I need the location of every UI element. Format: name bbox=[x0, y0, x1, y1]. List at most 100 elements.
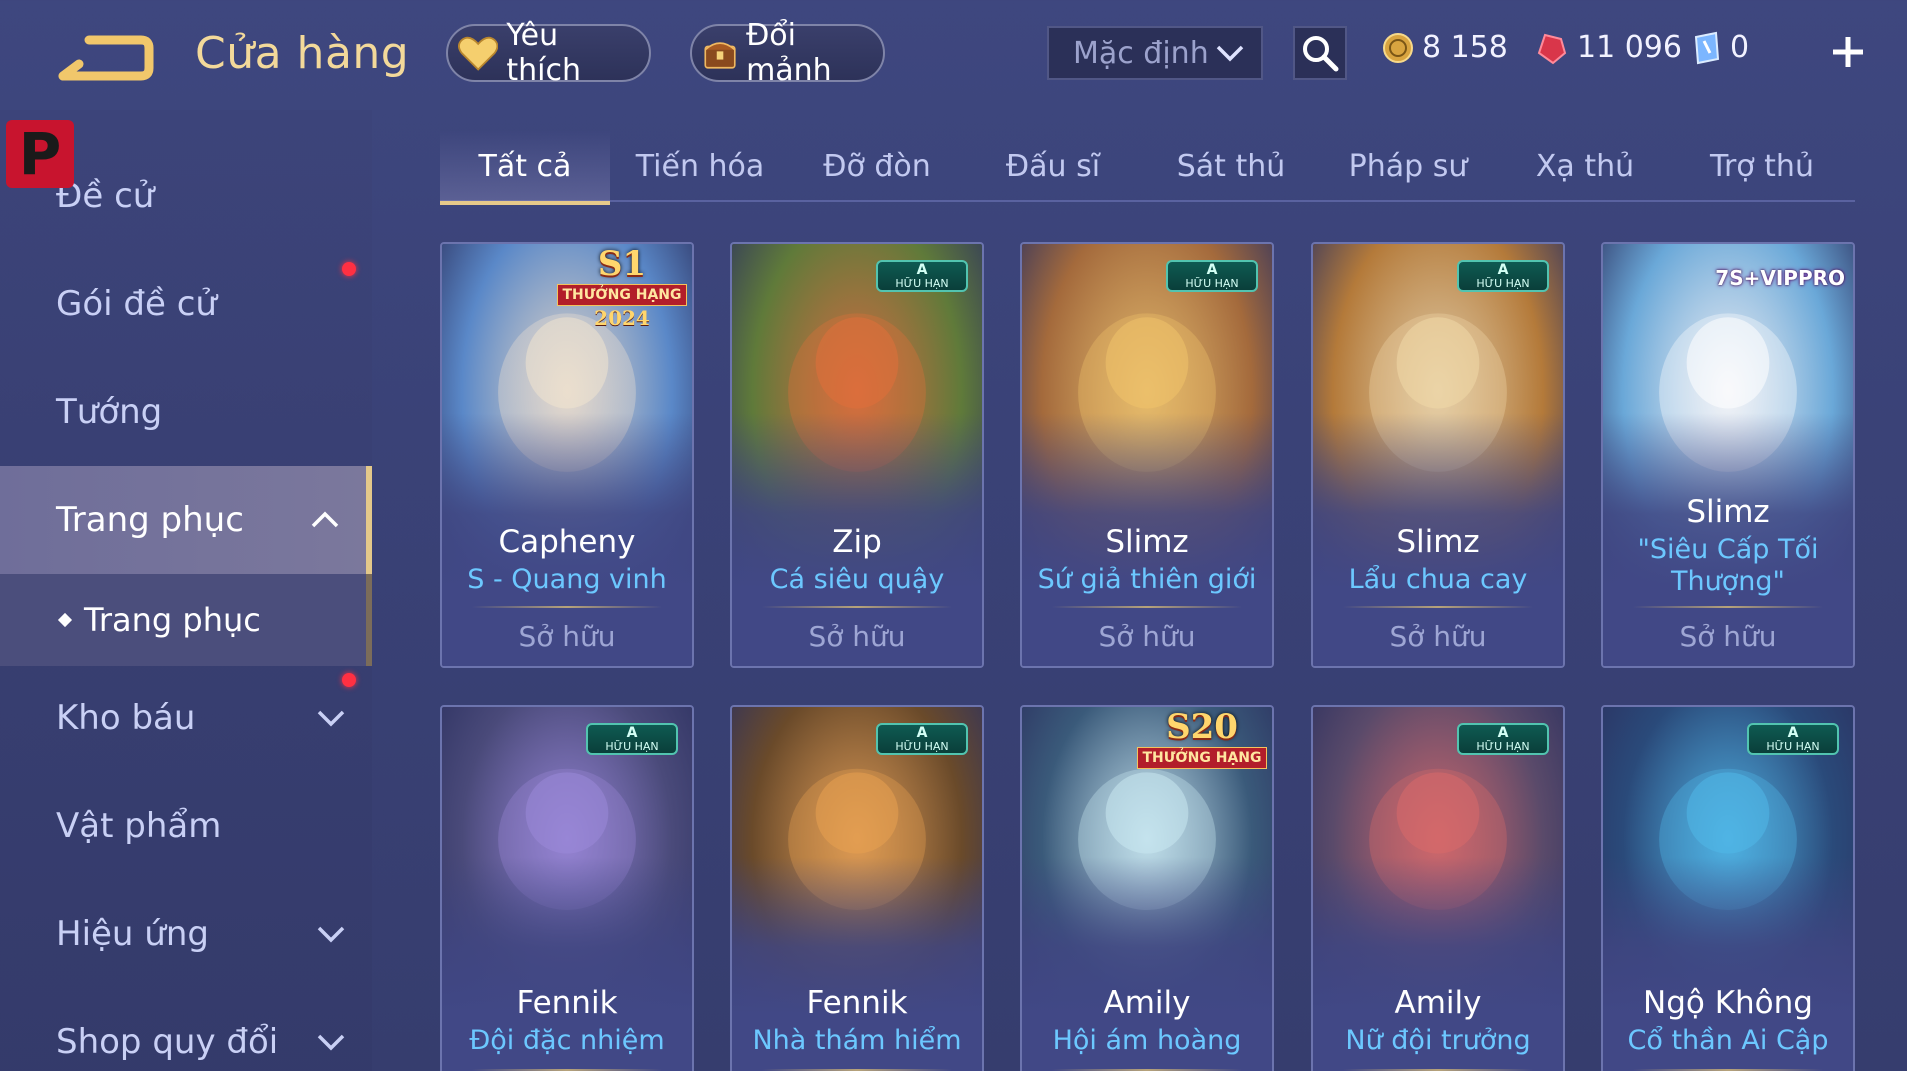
tab-assassin[interactable]: Sát thủ bbox=[1146, 130, 1316, 202]
tab-label: Sát thủ bbox=[1176, 148, 1286, 184]
search-button[interactable] bbox=[1293, 26, 1347, 80]
hero-name: Slimz bbox=[1686, 494, 1770, 530]
badge-grade: A bbox=[916, 725, 928, 741]
skin-card[interactable]: A HỮU HẠN Fennik Nhà thám hiểm bbox=[730, 705, 984, 1071]
add-currency-button[interactable] bbox=[1830, 26, 1866, 82]
card-divider bbox=[1052, 606, 1242, 608]
sidebar-item-featured-packs[interactable]: Gói đề cử bbox=[0, 250, 372, 358]
owned-status: Sở hữu bbox=[1389, 620, 1487, 653]
limited-badge: A HỮU HẠN bbox=[586, 723, 678, 755]
skin-name: Lẩu chua cay bbox=[1348, 564, 1528, 595]
sidebar: Đề cử Gói đề cử Tướng Trang phục Trang p… bbox=[0, 110, 372, 1071]
limited-badge: A HỮU HẠN bbox=[1166, 260, 1258, 292]
favorite-button[interactable]: Yêu thích bbox=[446, 18, 651, 88]
ruby-gem-icon bbox=[1537, 33, 1567, 64]
sidebar-item-label: Trang phục bbox=[56, 500, 244, 540]
sidebar-item-treasure[interactable]: Kho báu bbox=[0, 664, 372, 772]
skin-card[interactable]: A HỮU HẠN Zip Cá siêu quậy Sở hữu bbox=[730, 242, 984, 668]
owned-status: Sở hữu bbox=[1098, 620, 1196, 653]
page-title: Cửa hàng bbox=[195, 28, 410, 79]
skin-card[interactable]: A HỮU HẠN Ngộ Không Cổ thần Ai Cập bbox=[1601, 705, 1855, 1071]
tab-label: Xạ thủ bbox=[1535, 148, 1635, 184]
tab-fighter[interactable]: Đấu sĩ bbox=[968, 130, 1138, 202]
badge-grade: A bbox=[1787, 725, 1799, 741]
sidebar-subitem-label: Trang phục bbox=[84, 601, 261, 639]
voucher-icon bbox=[1694, 31, 1720, 64]
heart-icon bbox=[458, 36, 499, 71]
voucher-amount: 0 bbox=[1730, 30, 1750, 65]
card-divider bbox=[1633, 606, 1823, 608]
badge-grade: A bbox=[916, 262, 928, 278]
season-year: 2024 bbox=[594, 306, 650, 330]
skin-card[interactable]: A HỮU HẠN Slimz Lẩu chua cay Sở hữu bbox=[1311, 242, 1565, 668]
notification-dot bbox=[342, 262, 356, 276]
skin-name: Sứ giả thiên giới bbox=[1037, 564, 1257, 595]
gold-amount: 8 158 bbox=[1422, 30, 1508, 65]
card-divider bbox=[472, 606, 662, 608]
rank-reward-badge: S20 THƯỞNG HẠNG bbox=[1132, 707, 1272, 793]
limited-badge: A HỮU HẠN bbox=[1457, 260, 1549, 292]
sidebar-item-label: Gói đề cử bbox=[56, 284, 217, 324]
tab-support[interactable]: Trợ thủ bbox=[1677, 130, 1847, 202]
chevron-down-icon bbox=[317, 926, 345, 943]
tab-label: Đấu sĩ bbox=[1005, 148, 1101, 184]
limited-badge: A HỮU HẠN bbox=[1747, 723, 1839, 755]
plus-icon bbox=[1833, 37, 1863, 67]
tab-marksman[interactable]: Xạ thủ bbox=[1500, 130, 1670, 202]
sidebar-item-skins[interactable]: Trang phục bbox=[0, 466, 372, 574]
badge-grade: A bbox=[1206, 262, 1218, 278]
skin-card[interactable]: A HỮU HẠN Slimz Sứ giả thiên giới Sở hữu bbox=[1020, 242, 1274, 668]
voucher-counter: 0 bbox=[1690, 30, 1749, 65]
tab-tank[interactable]: Đỡ đòn bbox=[792, 130, 962, 202]
skin-card[interactable]: A HỮU HẠN Amily Nữ đội trưởng bbox=[1311, 705, 1565, 1071]
back-button[interactable] bbox=[55, 28, 155, 88]
skin-name: Đội đặc nhiệm bbox=[469, 1025, 665, 1056]
hero-name: Slimz bbox=[1396, 524, 1480, 560]
gold-counter: 8 158 bbox=[1382, 30, 1508, 65]
sidebar-item-exchange-shop[interactable]: Shop quy đổi bbox=[0, 988, 372, 1071]
badge-text: HỮU HẠN bbox=[1476, 740, 1530, 753]
badge-text: HỮU HẠN bbox=[895, 277, 949, 290]
sidebar-item-effects[interactable]: Hiệu ứng bbox=[0, 880, 372, 988]
sidebar-item-items[interactable]: Vật phẩm bbox=[0, 772, 372, 880]
card-divider bbox=[762, 606, 952, 608]
rank-reward-label: THƯỞNG HẠNG bbox=[1137, 747, 1267, 769]
tab-mage[interactable]: Pháp sư bbox=[1323, 130, 1493, 202]
exchange-label: Đổi mảnh bbox=[746, 18, 832, 88]
badge-text: HỮU HẠN bbox=[1185, 277, 1239, 290]
sidebar-item-label: Kho báu bbox=[56, 698, 196, 738]
tab-evolution[interactable]: Tiến hóa bbox=[615, 130, 785, 202]
search-icon bbox=[1303, 36, 1339, 72]
chevron-down-icon bbox=[317, 710, 345, 727]
badge-text: HỮU HẠN bbox=[1766, 740, 1820, 753]
skin-card[interactable]: S1 THƯỞNG HẠNG 2024 Capheny S - Quang vinh Sở… bbox=[440, 242, 694, 668]
hero-name: Slimz bbox=[1105, 524, 1189, 560]
treasure-chest-icon bbox=[704, 42, 736, 69]
tab-label: Trợ thủ bbox=[1710, 148, 1814, 184]
tab-label: Tất cả bbox=[478, 148, 572, 184]
sidebar-subitem-skins[interactable]: Trang phục bbox=[0, 574, 372, 666]
hero-name: Fennik bbox=[806, 985, 908, 1021]
gem-counter: 11 096 bbox=[1535, 30, 1682, 65]
skin-card[interactable]: S20 THƯỞNG HẠNG Amily Hội ám hoàng bbox=[1020, 705, 1274, 1071]
owned-status: Sở hữu bbox=[1679, 620, 1777, 653]
limited-badge: A HỮU HẠN bbox=[1457, 723, 1549, 755]
chevron-down-icon bbox=[317, 1034, 345, 1051]
skin-name: Nhà thám hiểm bbox=[752, 1025, 962, 1056]
skin-card[interactable]: 7S+VIPPRO Slimz "Siêu Cấp Tối Thượng" Sở hữ… bbox=[1601, 242, 1855, 668]
sidebar-item-heroes[interactable]: Tướng bbox=[0, 358, 372, 466]
sidebar-item-label: Vật phẩm bbox=[56, 806, 222, 846]
owned-status: Sở hữu bbox=[518, 620, 616, 653]
chevron-down-icon bbox=[1216, 45, 1244, 62]
sort-dropdown[interactable]: Mặc định bbox=[1047, 26, 1263, 80]
badge-grade: A bbox=[1497, 262, 1509, 278]
skin-name: Nữ đội trưởng bbox=[1345, 1025, 1531, 1056]
limited-badge: A HỮU HẠN bbox=[876, 260, 968, 292]
badge-text: HỮU HẠN bbox=[605, 740, 659, 753]
exchange-shards-button[interactable]: Đổi mảnh bbox=[690, 18, 885, 88]
skin-card[interactable]: A HỮU HẠN Fennik Đội đặc nhiệm bbox=[440, 705, 694, 1071]
tab-all[interactable]: Tất cả bbox=[440, 130, 610, 205]
limited-badge: A HỮU HẠN bbox=[876, 723, 968, 755]
chevron-up-icon bbox=[311, 511, 339, 528]
gem-amount: 11 096 bbox=[1577, 30, 1682, 65]
